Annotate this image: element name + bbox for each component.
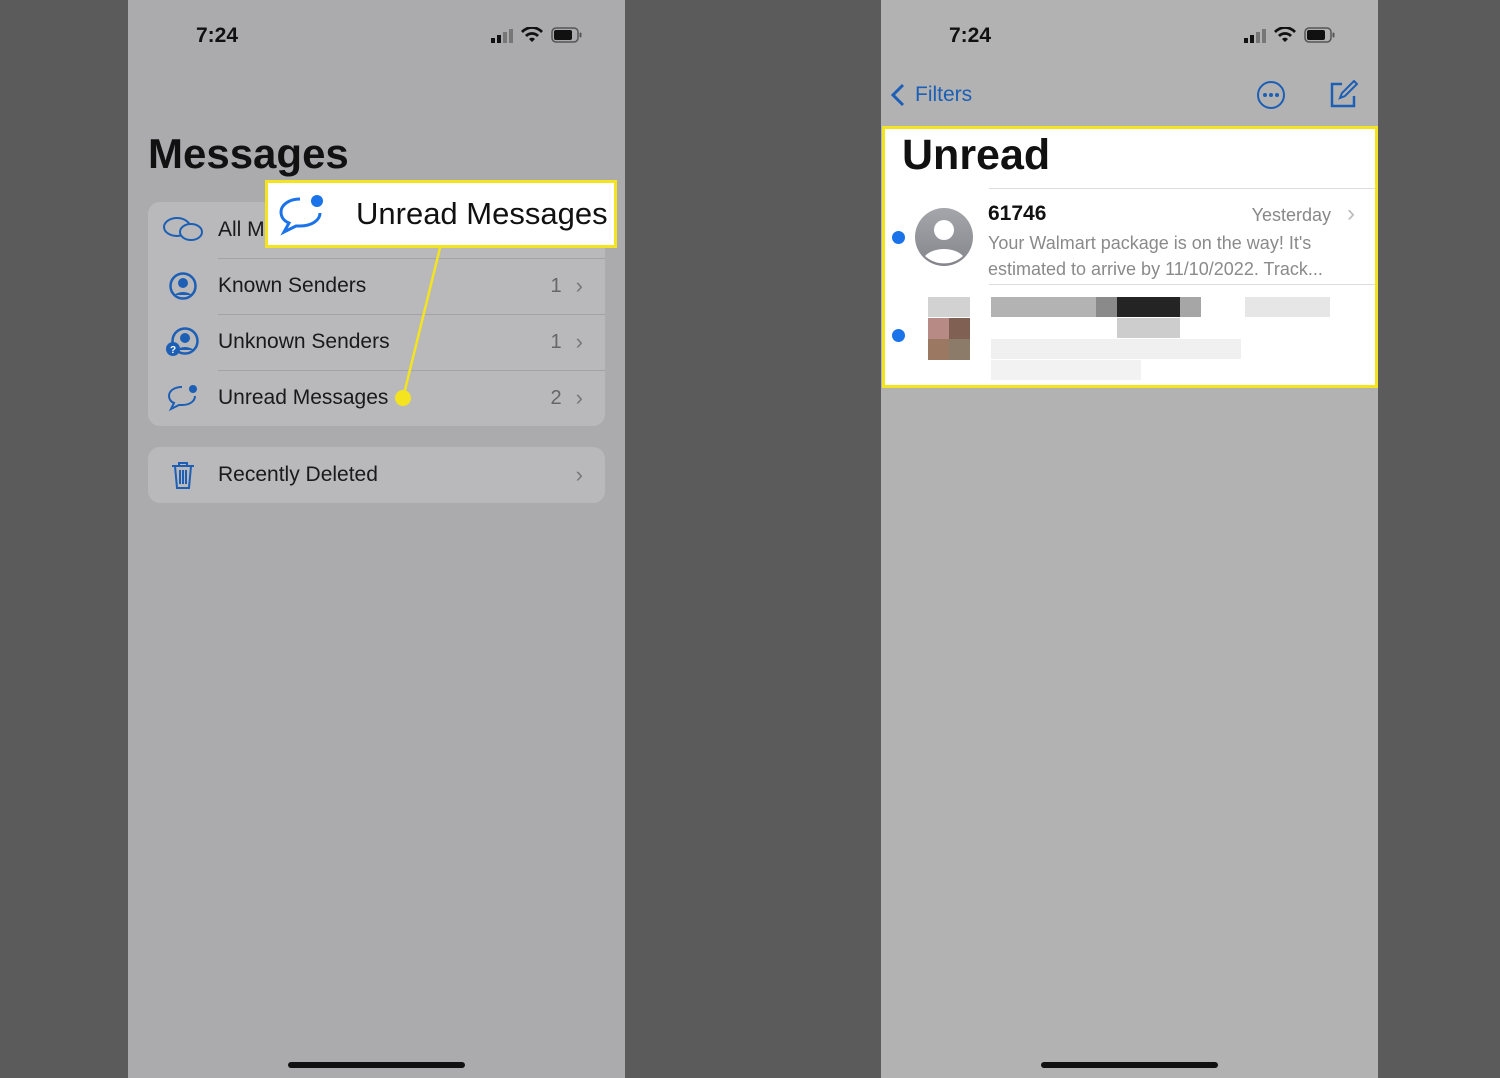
wifi-icon: [1274, 27, 1296, 42]
back-button[interactable]: Filters: [891, 83, 972, 107]
callout-label: Unread Messages: [356, 196, 608, 231]
nav-bar: Filters: [891, 80, 1358, 110]
status-time: 7:24: [949, 24, 992, 47]
home-indicator: [1041, 1062, 1218, 1068]
preview-line: Your Walmart package is on the way! It's: [988, 233, 1312, 253]
more-options-icon[interactable]: [1256, 80, 1286, 110]
status-icons: [1244, 27, 1336, 43]
avatar: [915, 208, 973, 266]
compose-icon[interactable]: [1328, 80, 1358, 110]
page-title: Unread: [902, 131, 1051, 179]
unread-dot: [892, 329, 905, 342]
chevron-right-icon: ›: [1347, 200, 1355, 227]
unread-dot: [892, 231, 905, 244]
back-label: Filters: [915, 83, 973, 106]
chevron-left-icon: [891, 83, 905, 107]
unread-bubble-icon: [279, 195, 323, 236]
signal-icon: [1244, 28, 1266, 43]
battery-icon: [1304, 27, 1335, 43]
message-row[interactable]: 61746 Yesterday › Your Walmart package i…: [885, 189, 1375, 285]
message-preview: Your Walmart package is on the way! It's…: [988, 230, 1323, 282]
message-row-blurred[interactable]: [885, 289, 1375, 385]
callout-dot: [395, 390, 411, 406]
preview-line: estimated to arrive by 11/10/2022. Track…: [988, 259, 1323, 279]
unread-messages-callout: Unread Messages: [265, 180, 617, 248]
unread-list-highlight: Unread 61746 Yesterday › Your Walmart pa…: [882, 126, 1378, 388]
message-time: Yesterday: [1251, 205, 1331, 225]
sender-name: 61746: [988, 202, 1047, 225]
